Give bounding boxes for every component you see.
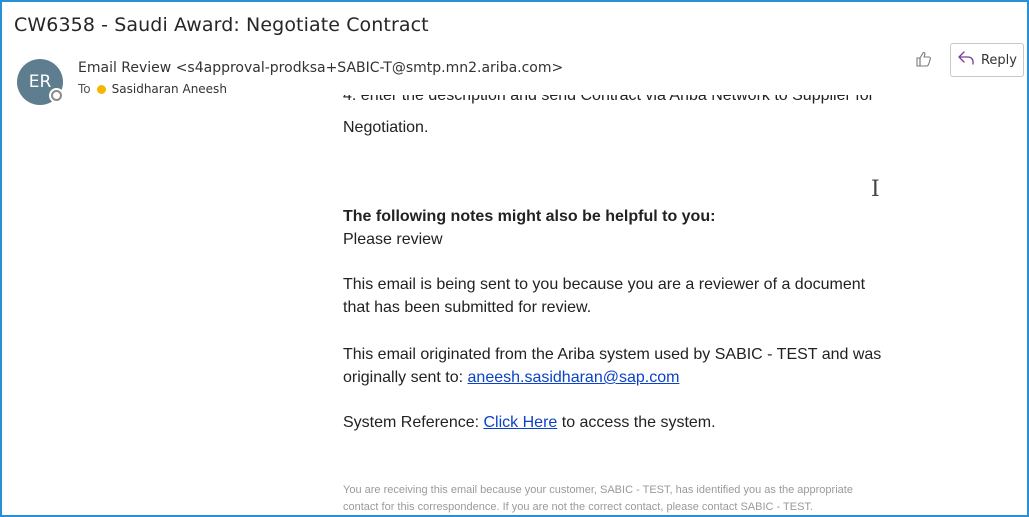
reviewer-notice-line-2: that has been submitted for review. <box>343 299 592 316</box>
email-reading-pane: CW6358 - Saudi Award: Negotiate Contract… <box>0 0 1029 517</box>
origin-prefix: originally sent to: <box>343 369 468 386</box>
negotiation-line: Negotiation. <box>343 119 429 136</box>
recipient-presence-icon <box>96 84 106 94</box>
reviewer-notice-line-1: This email is being sent to you because … <box>343 276 866 293</box>
clipped-instruction-line: 4. enter the description and send Contra… <box>343 95 874 104</box>
recipients-line: To Sasidharan Aneesh <box>78 82 227 96</box>
to-label: To <box>78 82 91 96</box>
origin-notice-line-1: This email originated from the Ariba sys… <box>343 346 882 363</box>
system-reference-line: System Reference: Click Here to access t… <box>343 412 716 434</box>
system-ref-suffix: to access the system. <box>557 414 716 431</box>
thumbs-up-icon <box>915 50 933 73</box>
email-footer: You are receiving this email because you… <box>343 482 963 515</box>
notes-heading: The following notes might also be helpfu… <box>343 208 716 225</box>
notes-text: Please review <box>343 231 443 248</box>
presence-status-icon <box>51 90 62 101</box>
footer-line-1: You are receiving this email because you… <box>343 484 853 496</box>
recipient-name[interactable]: Sasidharan Aneesh <box>112 82 227 96</box>
origin-email-link[interactable]: aneesh.sasidharan@sap.com <box>468 369 680 386</box>
reply-arrow-icon <box>957 50 975 70</box>
reply-label: Reply <box>980 52 1017 68</box>
email-subject: CW6358 - Saudi Award: Negotiate Contract <box>14 14 429 36</box>
like-button[interactable] <box>906 46 942 76</box>
reply-button[interactable]: Reply <box>950 43 1024 77</box>
text-cursor-icon: I <box>871 177 880 202</box>
click-here-link[interactable]: Click Here <box>484 414 558 431</box>
footer-line-2: contact for this correspondence. If you … <box>343 501 813 513</box>
origin-notice-line-2: originally sent to: aneesh.sasidharan@sa… <box>343 367 679 389</box>
sender-address[interactable]: Email Review <s4approval-prodksa+SABIC-T… <box>78 60 563 76</box>
system-ref-prefix: System Reference: <box>343 414 484 431</box>
